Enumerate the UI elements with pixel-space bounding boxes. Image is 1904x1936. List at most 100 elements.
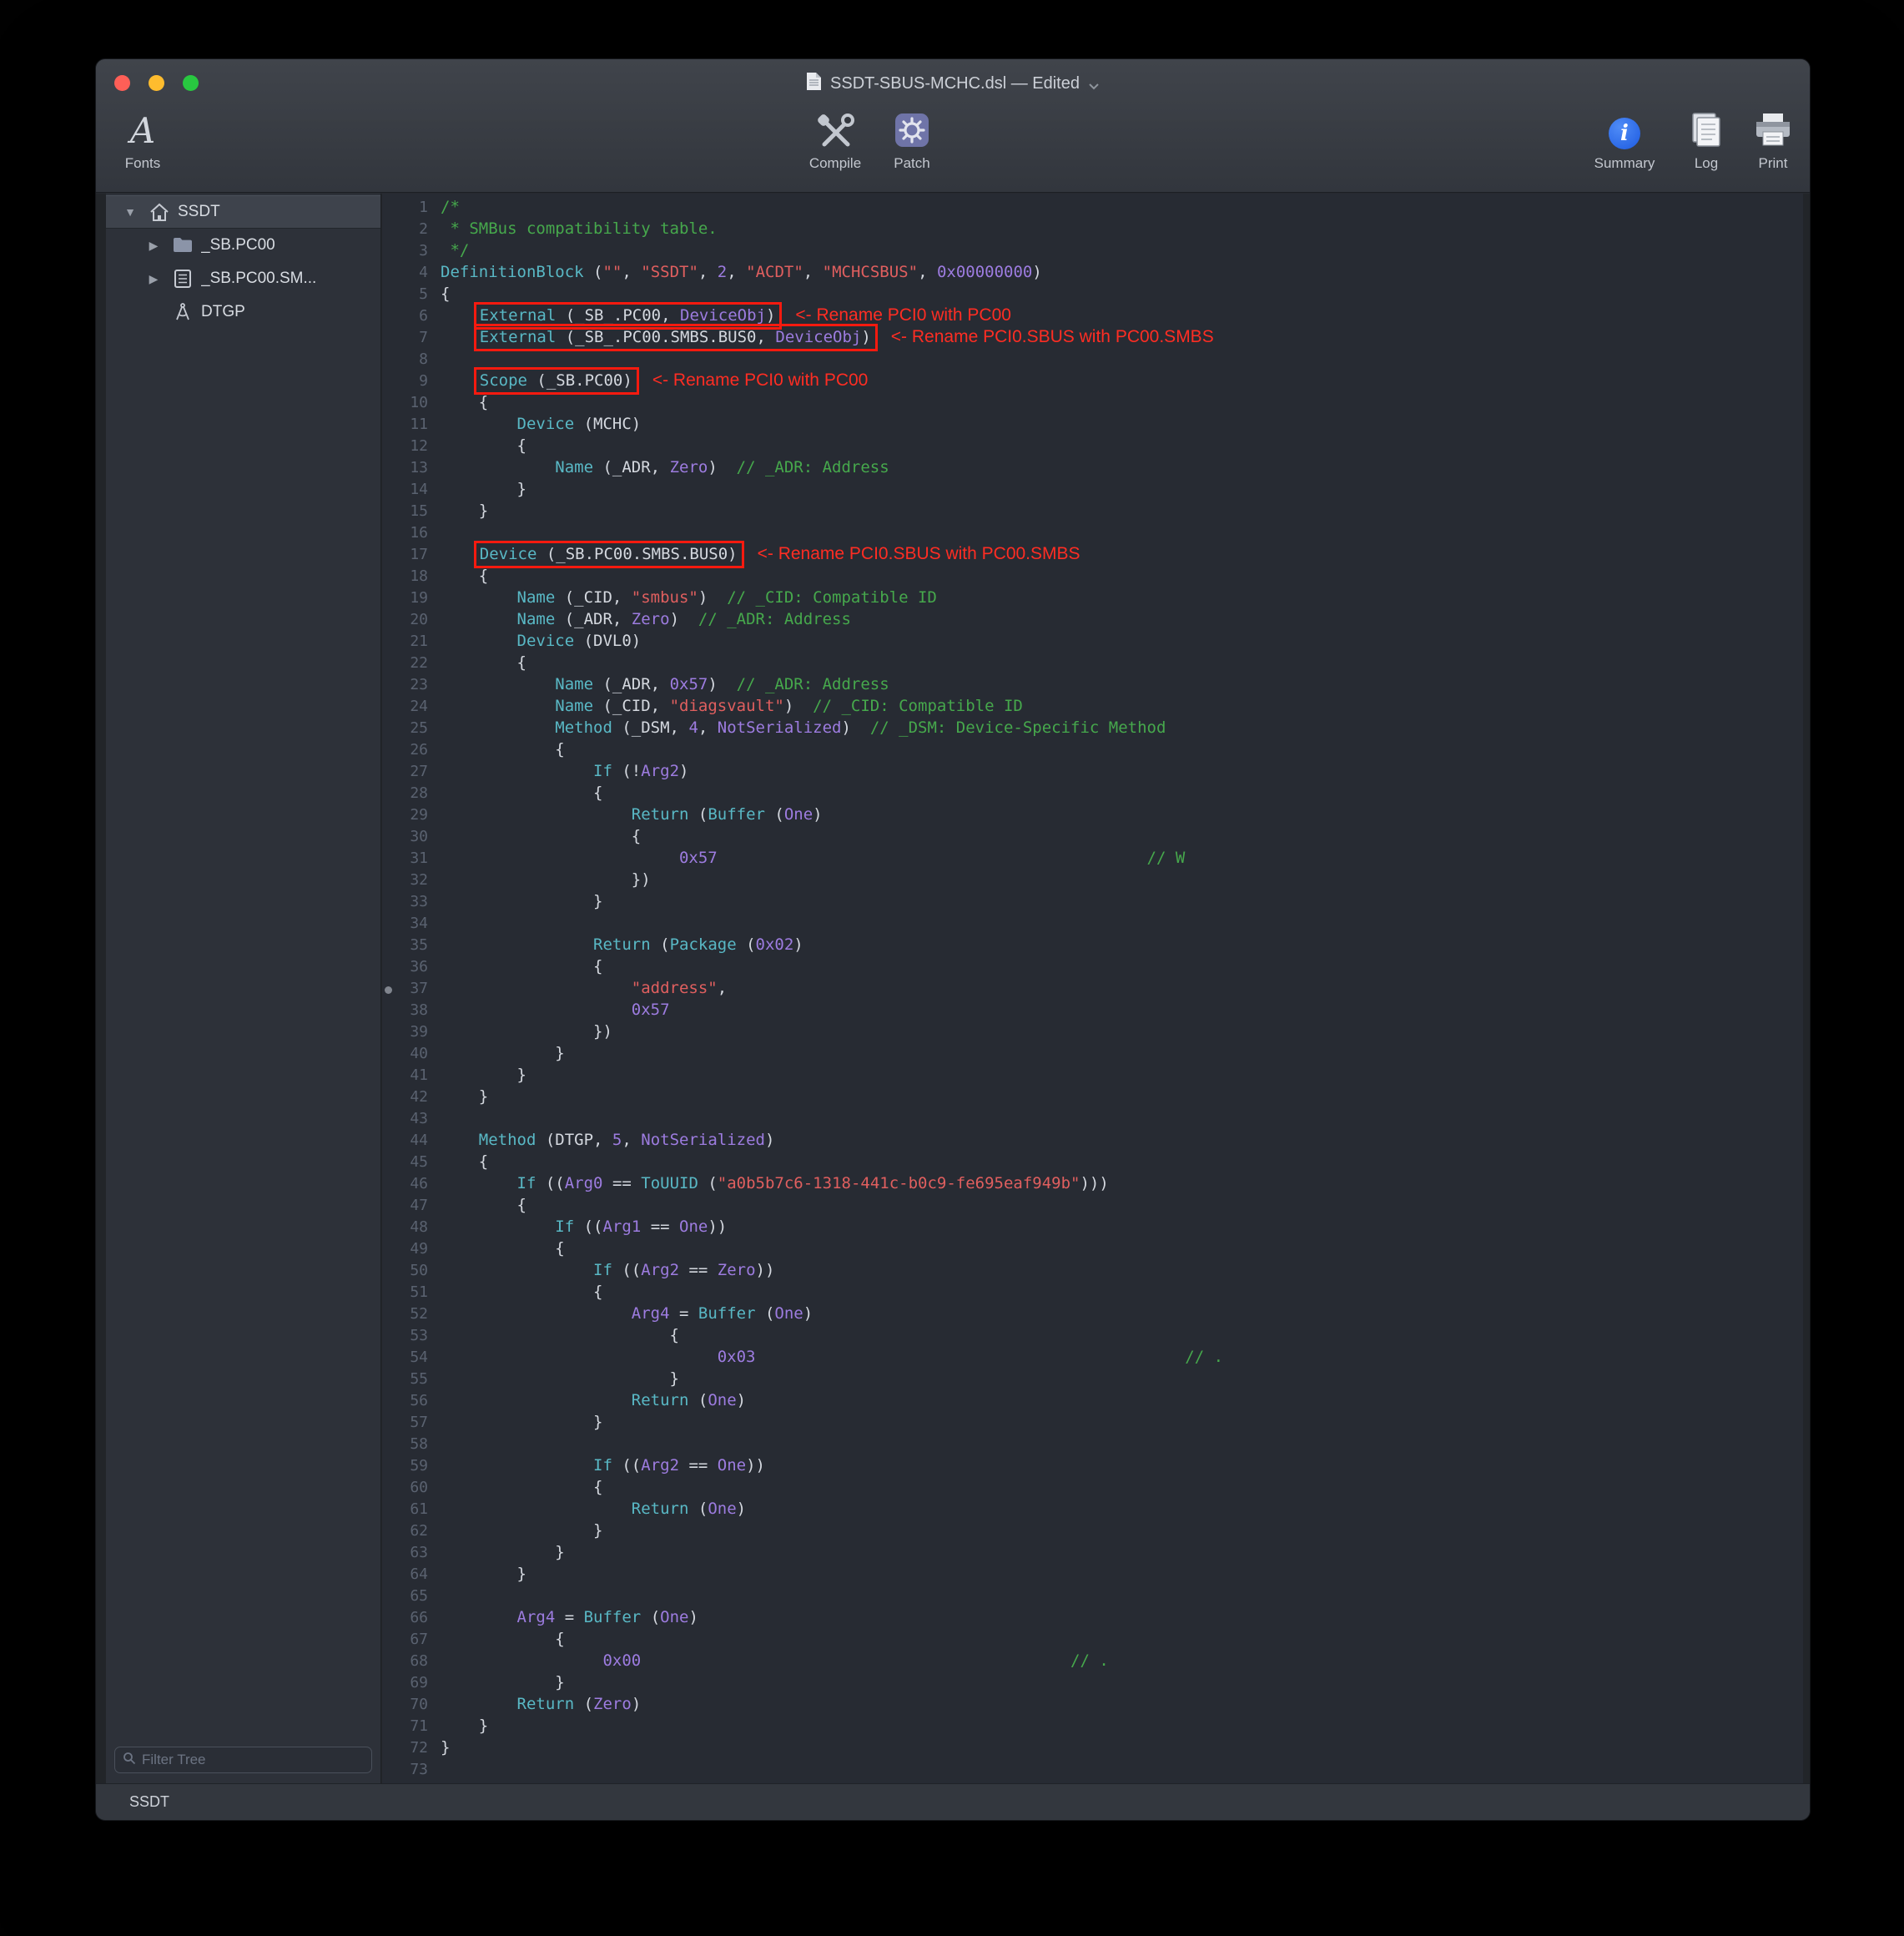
code-line[interactable]: 51 { bbox=[382, 1281, 1803, 1303]
line-number: 31 bbox=[382, 848, 428, 870]
code-area[interactable]: 1/*2 * SMBus compatibility table.3 */4De… bbox=[382, 194, 1803, 1780]
code-line[interactable]: 26 { bbox=[382, 739, 1803, 760]
code-line[interactable]: 43 bbox=[382, 1107, 1803, 1129]
code-line[interactable]: 59 If ((Arg2 == One)) bbox=[382, 1455, 1803, 1476]
code-line[interactable]: 21 Device (DVL0) bbox=[382, 630, 1803, 652]
disclosure-collapsed-icon[interactable]: ▶ bbox=[143, 272, 164, 286]
line-number: 67 bbox=[382, 1629, 428, 1651]
code-line[interactable]: 36 { bbox=[382, 955, 1803, 977]
code-line[interactable]: 66 Arg4 = Buffer (One) bbox=[382, 1606, 1803, 1628]
code-line[interactable]: 46 If ((Arg0 == ToUUID ("a0b5b7c6-1318-4… bbox=[382, 1172, 1803, 1194]
code-line[interactable]: 24 Name (_CID, "diagsvault") // _CID: Co… bbox=[382, 695, 1803, 717]
code-line-text: Return (Zero) bbox=[441, 1695, 641, 1713]
filter-tree-input[interactable] bbox=[142, 1752, 364, 1768]
code-line[interactable]: 49 { bbox=[382, 1238, 1803, 1259]
code-line[interactable]: 61 Return (One) bbox=[382, 1498, 1803, 1520]
code-token bbox=[441, 415, 517, 433]
filter-tree-field[interactable] bbox=[114, 1747, 372, 1773]
code-line[interactable]: 57 } bbox=[382, 1411, 1803, 1433]
tree-item-ssdt-root[interactable]: ▼ SSDT bbox=[106, 195, 380, 229]
code-editor[interactable]: 1/*2 * SMBus compatibility table.3 */4De… bbox=[382, 194, 1803, 1783]
code-token: (_SB_.PC00, bbox=[556, 306, 680, 325]
code-line[interactable]: 68 0x00 // . bbox=[382, 1650, 1803, 1671]
code-line[interactable]: 15 } bbox=[382, 500, 1803, 522]
code-token bbox=[441, 545, 479, 563]
code-line[interactable]: 72} bbox=[382, 1737, 1803, 1758]
code-line[interactable]: 53 { bbox=[382, 1324, 1803, 1346]
code-line[interactable]: 40 } bbox=[382, 1042, 1803, 1064]
code-line[interactable]: 25 Method (_DSM, 4, NotSerialized) // _D… bbox=[382, 717, 1803, 739]
print-button[interactable]: Print bbox=[1715, 109, 1811, 172]
code-line[interactable]: 33 } bbox=[382, 890, 1803, 912]
code-line[interactable]: 50 If ((Arg2 == Zero)) bbox=[382, 1259, 1803, 1281]
code-line[interactable]: 4DefinitionBlock ("", "SSDT", 2, "ACDT",… bbox=[382, 261, 1803, 283]
tree-item-dtgp[interactable]: DTGP bbox=[106, 295, 380, 329]
code-line[interactable]: 12 { bbox=[382, 435, 1803, 456]
disclosure-collapsed-icon[interactable]: ▶ bbox=[143, 239, 164, 253]
code-line[interactable]: 37 "address", bbox=[382, 977, 1803, 999]
code-line-text: } bbox=[441, 480, 526, 498]
code-line[interactable]: 52 Arg4 = Buffer (One) bbox=[382, 1303, 1803, 1324]
code-line[interactable]: 34 bbox=[382, 912, 1803, 934]
fonts-button[interactable]: A Fonts bbox=[95, 109, 201, 172]
code-line[interactable]: 39 }) bbox=[382, 1021, 1803, 1042]
code-line[interactable]: 7 External (_SB_.PC00.SMBS.BUS0, DeviceO… bbox=[382, 326, 1803, 348]
code-line[interactable]: 13 Name (_ADR, Zero) // _ADR: Address bbox=[382, 456, 1803, 478]
code-line[interactable]: 62 } bbox=[382, 1520, 1803, 1541]
code-token bbox=[441, 1001, 632, 1019]
code-line[interactable]: 45 { bbox=[382, 1151, 1803, 1172]
disclosure-expanded-icon[interactable]: ▼ bbox=[119, 205, 141, 219]
code-line[interactable]: 17 Device (_SB.PC00.SMBS.BUS0)<- Rename … bbox=[382, 543, 1803, 565]
code-token: ( bbox=[756, 1304, 775, 1323]
document-proxy-icon[interactable] bbox=[806, 72, 822, 96]
title-menu-chevron-icon[interactable] bbox=[1088, 76, 1100, 95]
code-line[interactable]: 2 * SMBus compatibility table. bbox=[382, 218, 1803, 239]
tree-item-sb-pc00[interactable]: ▶ _SB.PC00 bbox=[106, 229, 380, 262]
code-line[interactable]: 38 0x57 bbox=[382, 999, 1803, 1021]
code-token: (! bbox=[612, 762, 641, 780]
code-line[interactable]: 29 Return (Buffer (One) bbox=[382, 804, 1803, 825]
code-line[interactable]: 31 0x57 // W bbox=[382, 847, 1803, 869]
code-line[interactable]: 70 Return (Zero) bbox=[382, 1693, 1803, 1715]
code-line[interactable]: 22 { bbox=[382, 652, 1803, 673]
patch-button[interactable]: Patch bbox=[854, 109, 970, 172]
tree-item-sb-pc00-smbs[interactable]: ▶ _SB.PC00.SM... bbox=[106, 262, 380, 295]
code-token: ) bbox=[842, 718, 870, 737]
code-line[interactable]: 47 { bbox=[382, 1194, 1803, 1216]
code-line[interactable]: 11 Device (MCHC) bbox=[382, 413, 1803, 435]
code-line[interactable]: 1/* bbox=[382, 196, 1803, 218]
code-line[interactable]: 56 Return (One) bbox=[382, 1389, 1803, 1411]
code-line[interactable]: 44 Method (DTGP, 5, NotSerialized) bbox=[382, 1129, 1803, 1151]
code-token: One bbox=[660, 1608, 688, 1626]
code-line-text: Return (One) bbox=[441, 1500, 746, 1518]
code-line[interactable]: 41 } bbox=[382, 1064, 1803, 1086]
code-line[interactable]: 32 }) bbox=[382, 869, 1803, 890]
code-line[interactable]: 23 Name (_ADR, 0x57) // _ADR: Address bbox=[382, 673, 1803, 695]
code-line[interactable]: 48 If ((Arg1 == One)) bbox=[382, 1216, 1803, 1238]
code-line[interactable]: 9 Scope (_SB.PC00)<- Rename PCI0 with PC… bbox=[382, 370, 1803, 391]
code-line[interactable]: 67 { bbox=[382, 1628, 1803, 1650]
code-line[interactable]: 20 Name (_ADR, Zero) // _ADR: Address bbox=[382, 608, 1803, 630]
code-line[interactable]: 54 0x03 // . bbox=[382, 1346, 1803, 1368]
code-line[interactable]: 42 } bbox=[382, 1086, 1803, 1107]
code-token: 0x03 bbox=[718, 1348, 756, 1366]
code-line[interactable]: 19 Name (_CID, "smbus") // _CID: Compati… bbox=[382, 587, 1803, 608]
code-line[interactable]: 3 */ bbox=[382, 239, 1803, 261]
code-line[interactable]: 60 { bbox=[382, 1476, 1803, 1498]
code-line-text: } bbox=[441, 1066, 526, 1084]
code-line[interactable]: 64 } bbox=[382, 1563, 1803, 1585]
title-bar[interactable]: SSDT-SBUS-MCHC.dsl — Edited bbox=[96, 59, 1810, 108]
code-line[interactable]: 71 } bbox=[382, 1715, 1803, 1737]
code-line[interactable]: 55 } bbox=[382, 1368, 1803, 1389]
code-line[interactable]: 58 bbox=[382, 1433, 1803, 1455]
code-line[interactable]: 30 { bbox=[382, 825, 1803, 847]
code-line[interactable]: 14 } bbox=[382, 478, 1803, 500]
code-line[interactable]: 65 bbox=[382, 1585, 1803, 1606]
code-line[interactable]: 69 } bbox=[382, 1671, 1803, 1693]
code-line[interactable]: 63 } bbox=[382, 1541, 1803, 1563]
code-token: == bbox=[679, 1261, 718, 1279]
code-line[interactable]: 73 bbox=[382, 1758, 1803, 1780]
code-line[interactable]: 28 { bbox=[382, 782, 1803, 804]
code-line[interactable]: 27 If (!Arg2) bbox=[382, 760, 1803, 782]
code-line[interactable]: 35 Return (Package (0x02) bbox=[382, 934, 1803, 955]
